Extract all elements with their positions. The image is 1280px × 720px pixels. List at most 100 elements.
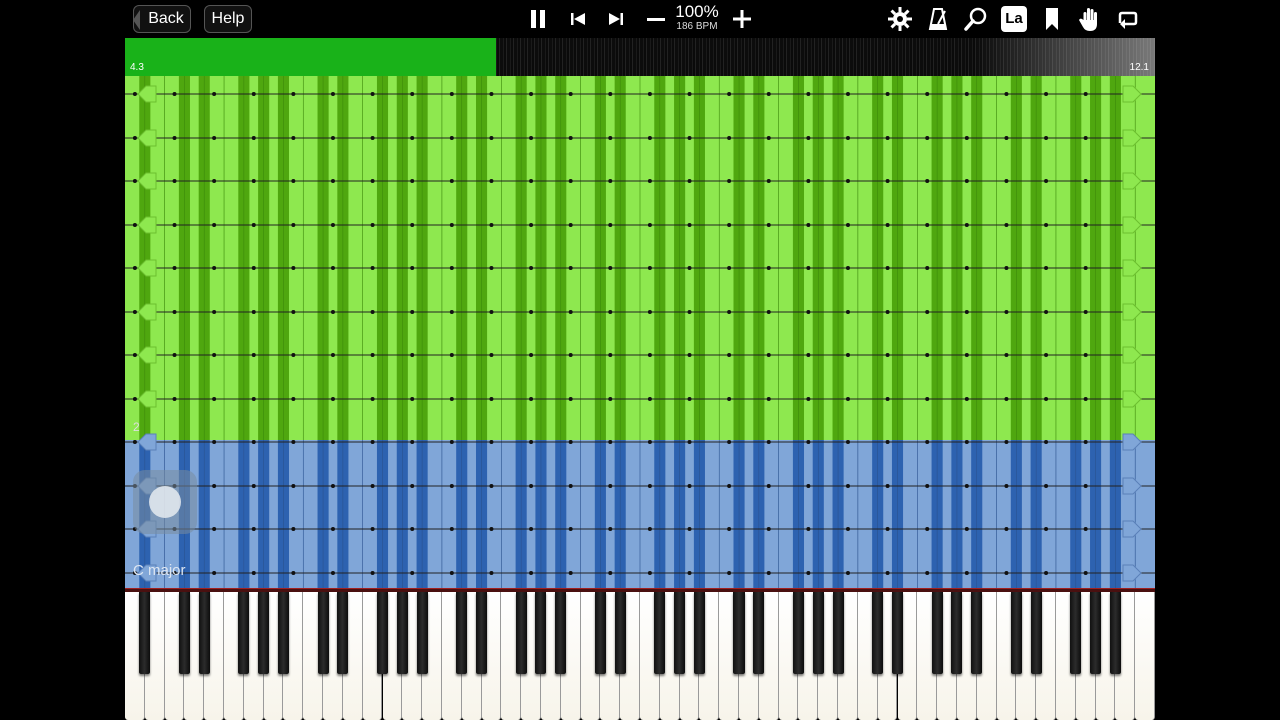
- skip-previous-icon[interactable]: [565, 6, 591, 32]
- black-key[interactable]: [416, 592, 428, 674]
- labels-toggle[interactable]: La: [1001, 6, 1027, 32]
- black-key[interactable]: [178, 592, 190, 674]
- notes-roll[interactable]: 2 C major: [125, 76, 1155, 588]
- black-key[interactable]: [198, 592, 210, 674]
- grid-dot: [1083, 440, 1088, 444]
- grid-dot: [489, 310, 494, 314]
- grid-dot: [449, 353, 454, 357]
- black-key[interactable]: [812, 592, 824, 674]
- grid-dot: [687, 440, 692, 444]
- grid-dot: [370, 223, 375, 227]
- black-key[interactable]: [1010, 592, 1022, 674]
- grid-dot: [647, 353, 652, 357]
- grid-dot: [212, 223, 217, 227]
- grid-dot: [1004, 440, 1009, 444]
- grid-dot: [568, 353, 573, 357]
- metronome-icon[interactable]: [925, 6, 951, 32]
- black-key[interactable]: [139, 592, 151, 674]
- song-progress-bar[interactable]: 4.3 12.1: [125, 38, 1155, 76]
- grid-dot: [885, 484, 890, 488]
- black-key[interactable]: [693, 592, 705, 674]
- grid-dot: [529, 136, 534, 140]
- grid-dot: [1083, 397, 1088, 401]
- marker-right-icon: [1122, 303, 1142, 321]
- black-key[interactable]: [654, 592, 666, 674]
- grid-dot: [845, 266, 850, 270]
- black-key[interactable]: [475, 592, 488, 674]
- black-key[interactable]: [951, 592, 963, 674]
- grid-dot: [1083, 266, 1088, 270]
- hand-icon[interactable]: [1077, 6, 1103, 32]
- grid-dot: [608, 310, 613, 314]
- skip-next-icon[interactable]: [603, 6, 629, 32]
- bookmark-icon[interactable]: [1039, 6, 1065, 32]
- marker-right-icon: [1122, 129, 1142, 147]
- black-key[interactable]: [733, 592, 745, 674]
- grid-dot: [925, 440, 930, 444]
- black-key[interactable]: [238, 592, 250, 674]
- grid-dot: [568, 484, 573, 488]
- black-key[interactable]: [535, 592, 547, 674]
- pause-icon[interactable]: [525, 6, 551, 32]
- black-key[interactable]: [258, 592, 270, 674]
- marker-right-icon: [1122, 259, 1142, 277]
- key-signature-label: C major: [133, 562, 186, 579]
- black-key[interactable]: [376, 592, 389, 674]
- black-key[interactable]: [396, 592, 408, 674]
- black-key[interactable]: [555, 592, 567, 674]
- black-key[interactable]: [317, 592, 329, 674]
- speed-percent: 100%: [675, 2, 719, 21]
- black-key[interactable]: [1030, 592, 1042, 674]
- black-key[interactable]: [971, 592, 983, 674]
- grid-dot: [251, 527, 256, 531]
- black-key[interactable]: [832, 592, 844, 674]
- progress-start-label: 4.3: [130, 62, 144, 73]
- grid-dot: [806, 353, 811, 357]
- grid-dot: [291, 136, 296, 140]
- piano-keyboard[interactable]: C1C2C3C4C5C6C7C8: [125, 592, 1155, 720]
- black-key[interactable]: [792, 592, 804, 674]
- grid-dot: [608, 136, 613, 140]
- scroll-handle-knob[interactable]: [149, 486, 181, 518]
- back-button-label: Back: [148, 10, 184, 27]
- black-key[interactable]: [614, 592, 626, 674]
- black-key[interactable]: [891, 592, 904, 674]
- plus-icon[interactable]: [729, 6, 755, 32]
- grid-dot: [647, 527, 652, 531]
- loop-icon[interactable]: [1115, 6, 1141, 32]
- gear-icon[interactable]: [887, 6, 913, 32]
- search-icon[interactable]: [963, 6, 989, 32]
- black-key[interactable]: [1109, 592, 1121, 674]
- grid-dot: [172, 223, 177, 227]
- marker-left-icon: [137, 85, 157, 103]
- black-key[interactable]: [594, 592, 606, 674]
- black-key[interactable]: [753, 592, 765, 674]
- black-key[interactable]: [515, 592, 527, 674]
- marker-left-icon: [137, 390, 157, 408]
- black-key[interactable]: [1070, 592, 1082, 674]
- grid-dot: [766, 397, 771, 401]
- grid-dot: [489, 397, 494, 401]
- black-key[interactable]: [931, 592, 943, 674]
- grid-dot: [885, 440, 890, 444]
- grid-dot: [1083, 353, 1088, 357]
- black-key[interactable]: [456, 592, 468, 674]
- grid-dot: [647, 484, 652, 488]
- grid-dot: [489, 136, 494, 140]
- measure-number: 2: [133, 420, 140, 434]
- black-key[interactable]: [872, 592, 884, 674]
- white-key[interactable]: C8: [1135, 592, 1155, 720]
- grid-dot: [687, 397, 692, 401]
- help-button[interactable]: Help: [204, 5, 252, 33]
- grid-dot: [291, 353, 296, 357]
- grid-dot: [727, 527, 732, 531]
- black-key[interactable]: [337, 592, 349, 674]
- grid-dot: [330, 136, 335, 140]
- black-key[interactable]: [674, 592, 686, 674]
- scroll-handle[interactable]: [133, 470, 197, 534]
- back-button[interactable]: Back: [133, 5, 191, 33]
- black-key[interactable]: [277, 592, 289, 674]
- black-key[interactable]: [1090, 592, 1102, 674]
- grid-dot: [964, 310, 969, 314]
- grid-dot: [964, 92, 969, 96]
